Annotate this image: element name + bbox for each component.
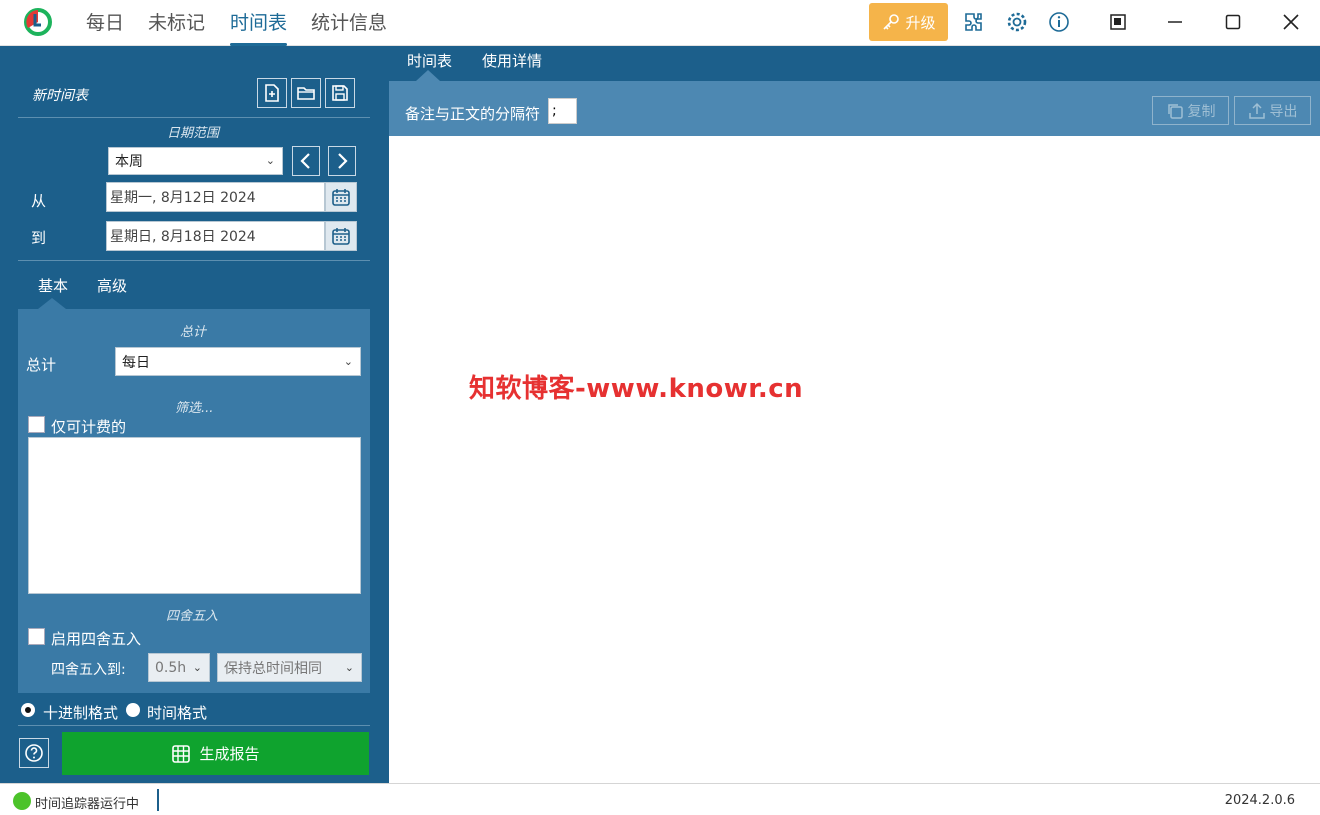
tab-timesheet-view[interactable]: 时间表 bbox=[407, 50, 452, 71]
to-calendar-button[interactable] bbox=[325, 221, 357, 251]
from-calendar-button[interactable] bbox=[325, 182, 357, 212]
gear-icon[interactable] bbox=[1005, 10, 1029, 34]
billable-only-label: 仅可计费的 bbox=[51, 418, 127, 436]
chevron-down-icon: ⌄ bbox=[343, 354, 353, 368]
filter-list[interactable] bbox=[28, 437, 361, 594]
separator-label: 备注与正文的分隔符 bbox=[405, 105, 541, 123]
upgrade-label: 升级 bbox=[905, 13, 936, 32]
new-file-icon bbox=[265, 84, 279, 102]
next-period-button[interactable] bbox=[328, 146, 356, 176]
tab-statistics[interactable]: 统计信息 bbox=[311, 8, 387, 42]
export-label: 导出 bbox=[1269, 103, 1298, 120]
round-to-value: 0.5h bbox=[155, 659, 187, 676]
table-icon bbox=[172, 744, 191, 763]
tracker-status: 时间追踪器运行中 bbox=[35, 797, 140, 812]
folder-open-icon bbox=[297, 87, 315, 100]
round-to-label: 四舍五入到: bbox=[51, 662, 126, 678]
period-select[interactable]: 本周 ⌄ bbox=[108, 147, 283, 175]
content-toolbar: 备注与正文的分隔符 ; 复制 导出 bbox=[389, 81, 1320, 136]
copy-button[interactable]: 复制 bbox=[1152, 96, 1229, 125]
basic-settings: 总计 总计 每日 ⌄ 筛选... 仅可计费的 四舍五入 启用四舍五入 四舍五入到… bbox=[18, 309, 370, 693]
key-icon bbox=[883, 14, 900, 30]
copy-label: 复制 bbox=[1187, 103, 1216, 120]
chevron-down-icon: ⌄ bbox=[192, 660, 202, 674]
info-icon[interactable] bbox=[1047, 10, 1071, 34]
compact-mode-icon[interactable] bbox=[1106, 10, 1130, 34]
save-timesheet-button[interactable] bbox=[325, 78, 355, 108]
chevron-right-icon bbox=[338, 153, 348, 169]
decimal-format-radio[interactable] bbox=[21, 703, 35, 717]
tab-basic[interactable]: 基本 bbox=[38, 275, 68, 296]
billable-only-checkbox[interactable] bbox=[28, 416, 45, 433]
tab-usage-details[interactable]: 使用详情 bbox=[482, 50, 542, 71]
total-label: 总计 bbox=[26, 356, 57, 374]
divider bbox=[157, 789, 159, 811]
tab-timesheet[interactable]: 时间表 bbox=[230, 8, 288, 46]
to-label: 到 bbox=[31, 229, 47, 247]
timesheet-title: 新时间表 bbox=[32, 88, 88, 104]
round-mode-value: 保持总时间相同 bbox=[224, 660, 322, 677]
new-timesheet-button[interactable] bbox=[257, 78, 287, 108]
date-range-label: 日期范围 bbox=[167, 126, 220, 141]
title-bar: 每日 未标记 时间表 统计信息 升级 bbox=[0, 0, 1320, 46]
status-bar: 时间追踪器运行中 2024.2.0.6 bbox=[0, 783, 1320, 815]
previous-period-button[interactable] bbox=[292, 146, 320, 176]
help-button[interactable] bbox=[19, 738, 49, 768]
tab-untagged[interactable]: 未标记 bbox=[148, 8, 205, 42]
round-mode-select[interactable]: 保持总时间相同 ⌄ bbox=[217, 653, 362, 682]
version-label: 2024.2.0.6 bbox=[1224, 793, 1295, 808]
time-format-label: 时间格式 bbox=[147, 704, 208, 722]
divider bbox=[18, 260, 370, 261]
tab-pointer bbox=[416, 70, 440, 81]
decimal-format-label: 十进制格式 bbox=[43, 704, 119, 722]
app-logo-icon bbox=[24, 8, 52, 36]
generate-report-button[interactable]: 生成报告 bbox=[62, 732, 369, 775]
tab-pointer bbox=[38, 298, 66, 309]
minimize-icon[interactable] bbox=[1163, 10, 1187, 34]
chevron-left-icon bbox=[300, 153, 310, 169]
upgrade-button[interactable]: 升级 bbox=[869, 3, 948, 41]
enable-rounding-label: 启用四舍五入 bbox=[51, 630, 142, 648]
rounding-section-label: 四舍五入 bbox=[166, 609, 219, 624]
copy-icon bbox=[1167, 103, 1183, 119]
open-timesheet-button[interactable] bbox=[291, 78, 321, 108]
chevron-down-icon: ⌄ bbox=[344, 660, 354, 674]
plugin-icon[interactable] bbox=[962, 10, 986, 34]
tab-daily[interactable]: 每日 bbox=[86, 8, 124, 42]
enable-rounding-checkbox[interactable] bbox=[28, 628, 45, 645]
calendar-icon bbox=[332, 228, 350, 245]
time-format-radio[interactable] bbox=[126, 703, 140, 717]
round-to-select[interactable]: 0.5h ⌄ bbox=[148, 653, 210, 682]
export-button[interactable]: 导出 bbox=[1234, 96, 1311, 125]
filter-section-label: 筛选... bbox=[175, 401, 214, 416]
watermark-text: 知软博客-www.knowr.cn bbox=[469, 374, 804, 404]
status-indicator-icon bbox=[13, 792, 31, 810]
timesheet-header: 新时间表 bbox=[18, 70, 370, 118]
total-value: 每日 bbox=[122, 354, 150, 371]
help-icon bbox=[25, 744, 43, 762]
save-icon bbox=[332, 85, 348, 101]
period-value: 本周 bbox=[115, 154, 143, 170]
from-date-field[interactable]: 星期一, 8月12日 2024 bbox=[106, 182, 325, 212]
to-date-field[interactable]: 星期日, 8月18日 2024 bbox=[106, 221, 325, 251]
export-icon bbox=[1248, 102, 1265, 119]
chevron-down-icon: ⌄ bbox=[265, 153, 275, 167]
total-select[interactable]: 每日 ⌄ bbox=[115, 347, 361, 376]
tab-advanced[interactable]: 高级 bbox=[97, 275, 127, 296]
maximize-icon[interactable] bbox=[1221, 10, 1245, 34]
separator-input[interactable]: ; bbox=[548, 98, 577, 124]
timesheet-settings-panel: 新时间表 日期范围 本周 ⌄ 从 星期一, 8月12日 2024 到 星期日, … bbox=[0, 46, 389, 783]
from-label: 从 bbox=[31, 192, 47, 210]
content-tabs: 时间表 使用详情 bbox=[389, 46, 1320, 81]
generate-report-label: 生成报告 bbox=[199, 745, 260, 763]
total-section-label: 总计 bbox=[180, 325, 207, 340]
calendar-icon bbox=[332, 189, 350, 206]
divider bbox=[18, 725, 370, 726]
close-icon[interactable] bbox=[1279, 10, 1303, 34]
